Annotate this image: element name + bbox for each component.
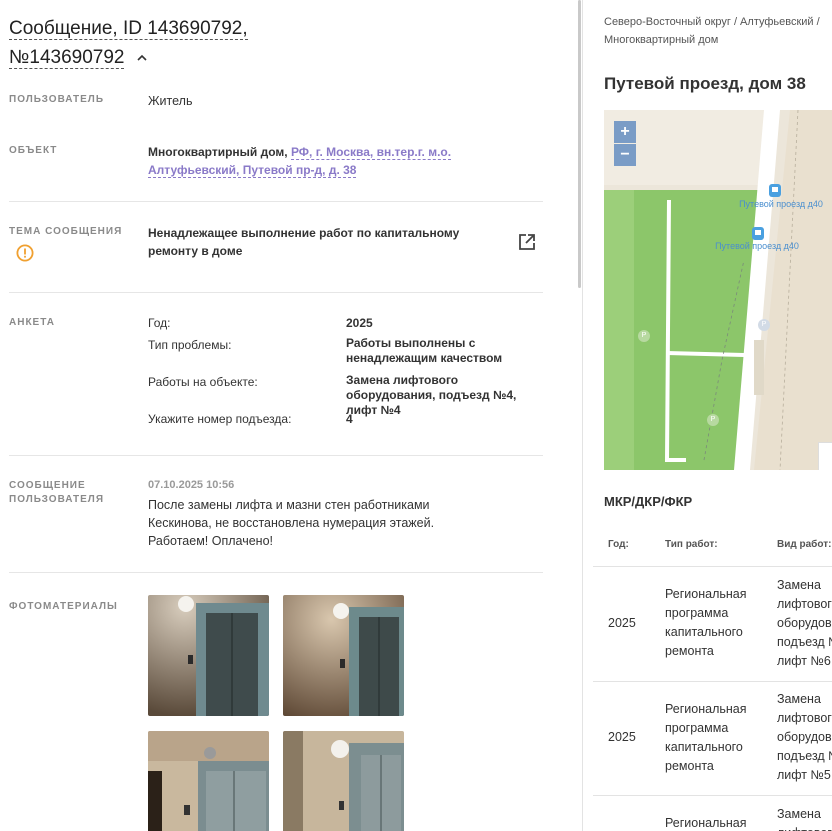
photo-thumbnail[interactable] (283, 595, 404, 716)
photo-thumbnail[interactable] (283, 731, 404, 831)
divider (9, 455, 543, 456)
table-header-type: Тип работ: (665, 539, 718, 550)
user-message-text: После замены лифта и мазни стен работник… (148, 498, 435, 548)
table-cell-year: 2025 (608, 616, 636, 630)
photos-label: ФОТОМАТЕРИАЛЫ (9, 601, 118, 612)
object-label: ОБЪЕКТ (9, 145, 58, 156)
external-link-icon[interactable] (517, 232, 537, 252)
zoom-in-button[interactable]: + (614, 121, 636, 143)
address-title: Путевой проезд, дом 38 (604, 74, 806, 93)
table-cell-kind: Замена лифтового оборудования, подъезд №… (777, 692, 832, 782)
message-date: 07.10.2025 10:56 (148, 479, 235, 491)
row-divider (593, 566, 832, 567)
bus-stop-label: Путевой проезд д40 (715, 241, 799, 251)
parking-icon: P (707, 414, 719, 426)
form-answer: Замена лифтового оборудования, подъезд №… (346, 373, 517, 417)
topic-label: ТЕМА СООБЩЕНИЯ (9, 226, 123, 237)
bus-stop-icon[interactable] (752, 227, 764, 240)
row-divider (593, 795, 832, 796)
map-control[interactable] (818, 442, 832, 470)
object-value: Многоквартирный дом, РФ, г. Москва, вн.т… (148, 145, 452, 178)
warning-icon (16, 244, 34, 262)
table-cell-kind: Замена лифтового оборудования, подъезд №… (777, 578, 832, 668)
divider (9, 292, 543, 293)
object-panel: Северо-Восточный округ / Алтуфьевский / … (583, 0, 832, 831)
section-title: МКР/ДКР/ФКР (604, 494, 693, 509)
bus-stop-label: Путевой проезд д40 (739, 199, 823, 209)
table-cell-type: Региональная программа капитального ремо… (665, 587, 747, 658)
bus-stop-icon[interactable] (769, 184, 781, 197)
parking-icon: P (638, 330, 650, 342)
form-answer: 4 (346, 412, 353, 426)
divider (9, 201, 543, 202)
user-message-label: СООБЩЕНИЕ ПОЛЬЗОВАТЕЛЯ (9, 480, 105, 505)
table-cell-year: 2025 (608, 730, 636, 744)
parking-icon: P (758, 319, 770, 331)
form-label: АНКЕТА (9, 317, 55, 328)
form-question: Работы на объекте: (148, 375, 258, 389)
chevron-up-icon[interactable] (136, 52, 148, 64)
divider (9, 572, 543, 573)
table-cell-type: Региональная программа капитального ремо… (665, 702, 747, 773)
form-question: Год: (148, 316, 171, 330)
table-header-kind: Вид работ: (777, 539, 832, 550)
topic-value: Ненадлежащее выполнение работ по капитал… (148, 226, 460, 258)
message-panel: Сообщение, ID 143690792, №143690792 ПОЛЬ… (0, 0, 580, 831)
user-value: Житель (148, 94, 193, 108)
zoom-out-button[interactable]: − (614, 144, 636, 166)
scrollbar[interactable] (578, 0, 581, 288)
table-cell-kind: Замена лифтового (777, 807, 832, 831)
row-divider (593, 681, 832, 682)
breadcrumb[interactable]: Северо-Восточный округ / Алтуфьевский / … (604, 13, 832, 49)
form-answer: 2025 (346, 316, 373, 330)
map[interactable]: + − Путевой проезд д40 Путевой проезд д4… (604, 110, 832, 470)
table-header-year: Год: (608, 539, 629, 550)
form-answer: Работы выполнены с ненадлежащим качество… (346, 336, 503, 365)
photo-thumbnail[interactable] (148, 595, 269, 716)
form-question: Укажите номер подъезда: (148, 412, 292, 426)
photo-thumbnail[interactable] (148, 731, 269, 831)
table-cell-type: Региональная (665, 816, 747, 830)
message-title[interactable]: Сообщение, ID 143690792, №143690792 (9, 14, 409, 72)
user-label: ПОЛЬЗОВАТЕЛЬ (9, 94, 105, 105)
form-question: Тип проблемы: (148, 338, 232, 352)
